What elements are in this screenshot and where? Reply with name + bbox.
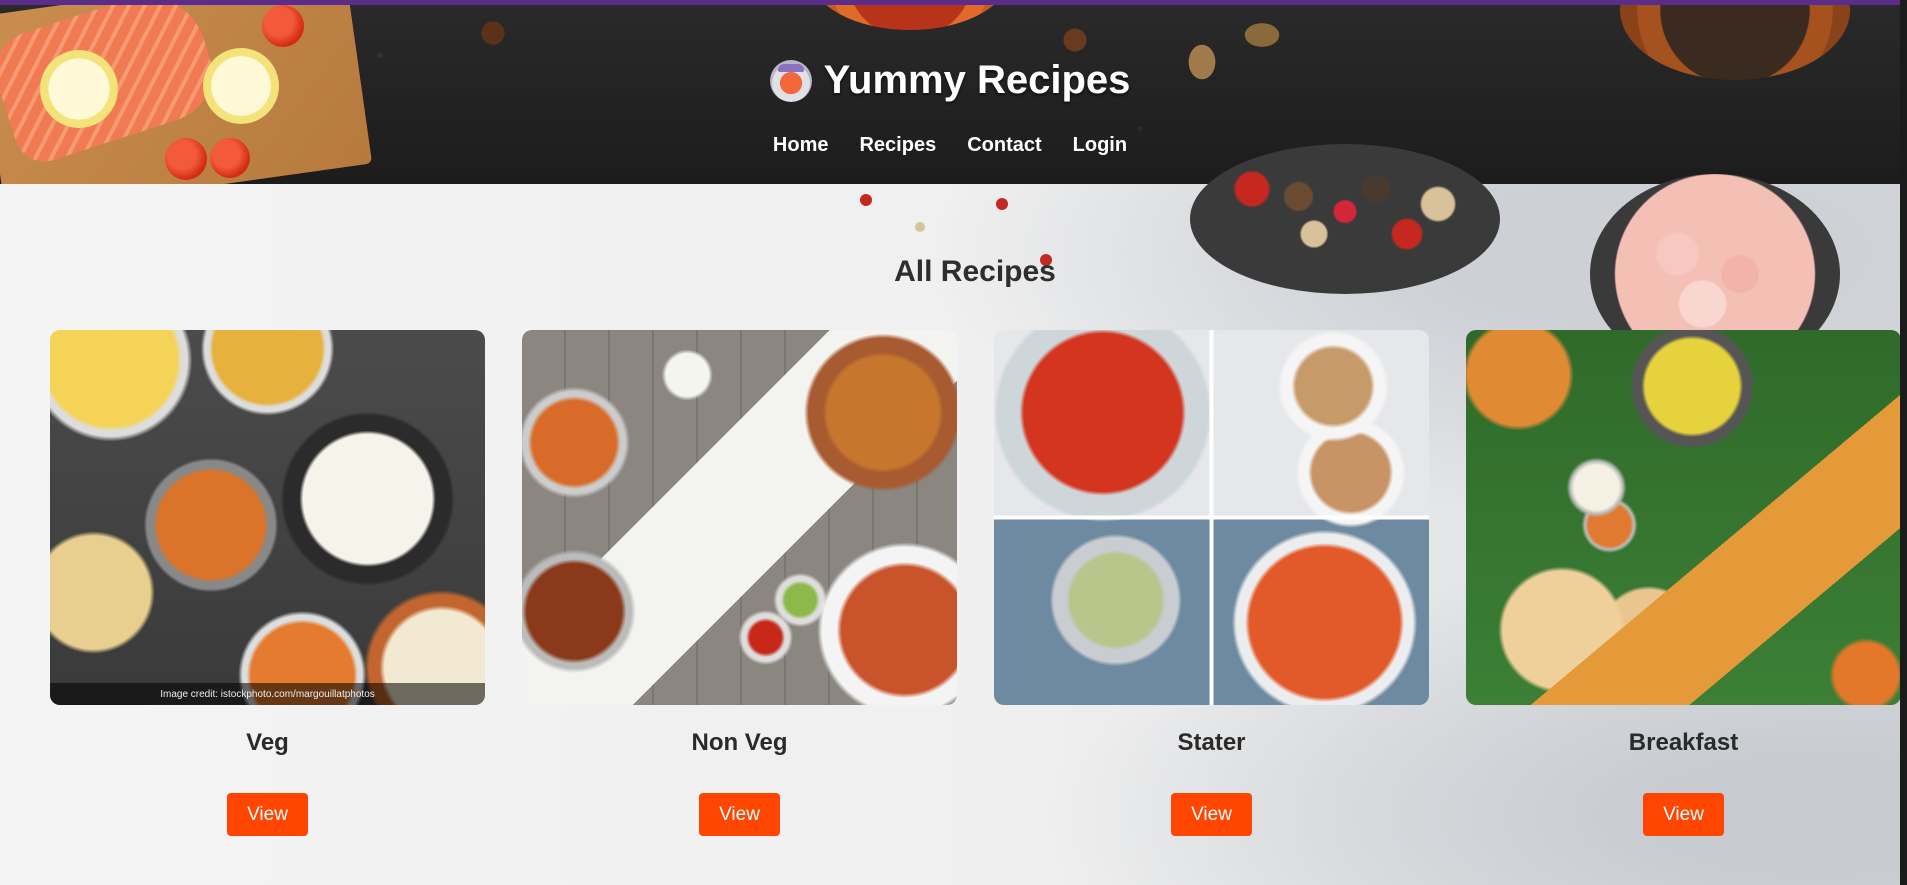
recipe-card-grid: Image credit: istockphoto.com/margouilla… xyxy=(50,330,1907,836)
section-heading: All Recipes xyxy=(894,255,1056,288)
card-title: Stater xyxy=(1177,729,1246,756)
window-top-border xyxy=(0,0,1907,5)
card-title: Non Veg xyxy=(691,729,788,756)
site-header: Yummy Recipes Home Recipes Contact Login xyxy=(0,0,1900,184)
nav-contact-link[interactable]: Contact xyxy=(967,134,1041,157)
site-title: Yummy Recipes xyxy=(823,58,1131,102)
nav-login-link[interactable]: Login xyxy=(1073,134,1127,157)
site-brand: Yummy Recipes xyxy=(0,58,1900,103)
peppercorn-decor xyxy=(915,222,925,232)
stater-recipe-image xyxy=(994,330,1429,705)
image-credit: Image credit: istockphoto.com/margouilla… xyxy=(50,683,485,705)
view-veg-button[interactable]: View xyxy=(227,793,308,836)
nav-recipes-link[interactable]: Recipes xyxy=(859,134,936,157)
recipe-card-non-veg: Non Veg View xyxy=(522,330,957,836)
tomato-decor xyxy=(262,5,304,47)
star-anise-decor xyxy=(1055,20,1095,60)
star-anise-decor xyxy=(470,10,516,56)
breakfast-recipe-image xyxy=(1466,330,1901,705)
recipe-card-stater: Stater View xyxy=(994,330,1429,836)
peppercorn-decor xyxy=(860,194,872,206)
nav-home-link[interactable]: Home xyxy=(773,134,829,157)
view-breakfast-button[interactable]: View xyxy=(1643,793,1724,836)
view-non-veg-button[interactable]: View xyxy=(699,793,780,836)
non-veg-recipe-image xyxy=(522,330,957,705)
recipe-card-breakfast: Breakfast View xyxy=(1466,330,1901,836)
main-nav: Home Recipes Contact Login xyxy=(0,134,1900,157)
cooking-pot-icon xyxy=(769,59,812,102)
view-stater-button[interactable]: View xyxy=(1171,793,1252,836)
peppercorn-decor xyxy=(996,198,1008,210)
veg-recipe-image: Image credit: istockphoto.com/margouilla… xyxy=(50,330,485,705)
card-title: Veg xyxy=(246,729,289,756)
recipe-card-veg: Image credit: istockphoto.com/margouilla… xyxy=(50,330,485,836)
card-title: Breakfast xyxy=(1628,729,1739,756)
window-right-edge xyxy=(1900,0,1907,885)
cardamom-decor xyxy=(1240,20,1284,50)
